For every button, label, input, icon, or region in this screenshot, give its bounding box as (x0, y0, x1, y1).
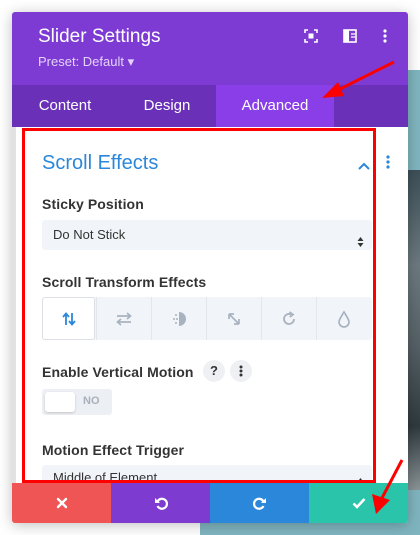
tab-advanced[interactable]: Advanced (216, 85, 334, 127)
section-title[interactable]: Scroll Effects (42, 152, 158, 175)
chevron-up-icon[interactable] (358, 157, 370, 175)
horizontal-motion-icon[interactable] (97, 297, 150, 340)
sticky-position-label: Sticky Position (42, 196, 144, 212)
blur-icon[interactable] (317, 297, 370, 340)
toggle-state-text: NO (83, 395, 100, 407)
discard-icon (56, 497, 67, 509)
section-more-icon[interactable] (386, 155, 390, 174)
scroll-transform-label: Scroll Transform Effects (42, 274, 207, 290)
annotation-arrow-icon (322, 60, 395, 98)
focus-mode-icon[interactable] (303, 28, 319, 44)
redo-icon (252, 497, 266, 510)
vertical-motion-icon[interactable] (42, 297, 95, 340)
tab-design[interactable]: Design (118, 85, 216, 127)
panel-scrollbar[interactable] (12, 127, 16, 483)
undo-icon (154, 497, 168, 510)
redo-button[interactable] (210, 483, 309, 523)
modal-footer (12, 483, 408, 523)
settings-panel: Scroll Effects Sticky Position Do Not St… (12, 127, 408, 491)
motion-trigger-label: Motion Effect Trigger (42, 442, 185, 458)
scaling-icon[interactable] (207, 297, 260, 340)
sticky-position-value: Do Not Stick (53, 227, 126, 242)
help-icon[interactable]: ? (203, 360, 225, 382)
vertical-motion-label: Enable Vertical Motion (42, 364, 194, 380)
undo-button[interactable] (111, 483, 210, 523)
field-options-icon[interactable] (230, 360, 252, 382)
sidebar-toggle-icon[interactable] (342, 28, 358, 44)
toggle-knob (45, 392, 75, 412)
vertical-motion-toggle[interactable]: NO (42, 389, 112, 415)
rotating-icon[interactable] (262, 297, 315, 340)
fading-icon[interactable] (152, 297, 205, 340)
discard-button[interactable] (12, 483, 111, 523)
more-vertical-icon[interactable] (377, 28, 393, 44)
annotation-arrow-icon (372, 459, 404, 514)
modal-title: Slider Settings (38, 26, 161, 47)
scroll-transform-buttons (42, 297, 372, 340)
tab-content[interactable]: Content (12, 85, 118, 127)
background-photo (406, 170, 420, 490)
select-arrows-icon (357, 229, 364, 259)
sticky-position-select[interactable]: Do Not Stick (42, 220, 372, 250)
preset-dropdown[interactable]: Preset: Default ▾ (38, 54, 134, 70)
